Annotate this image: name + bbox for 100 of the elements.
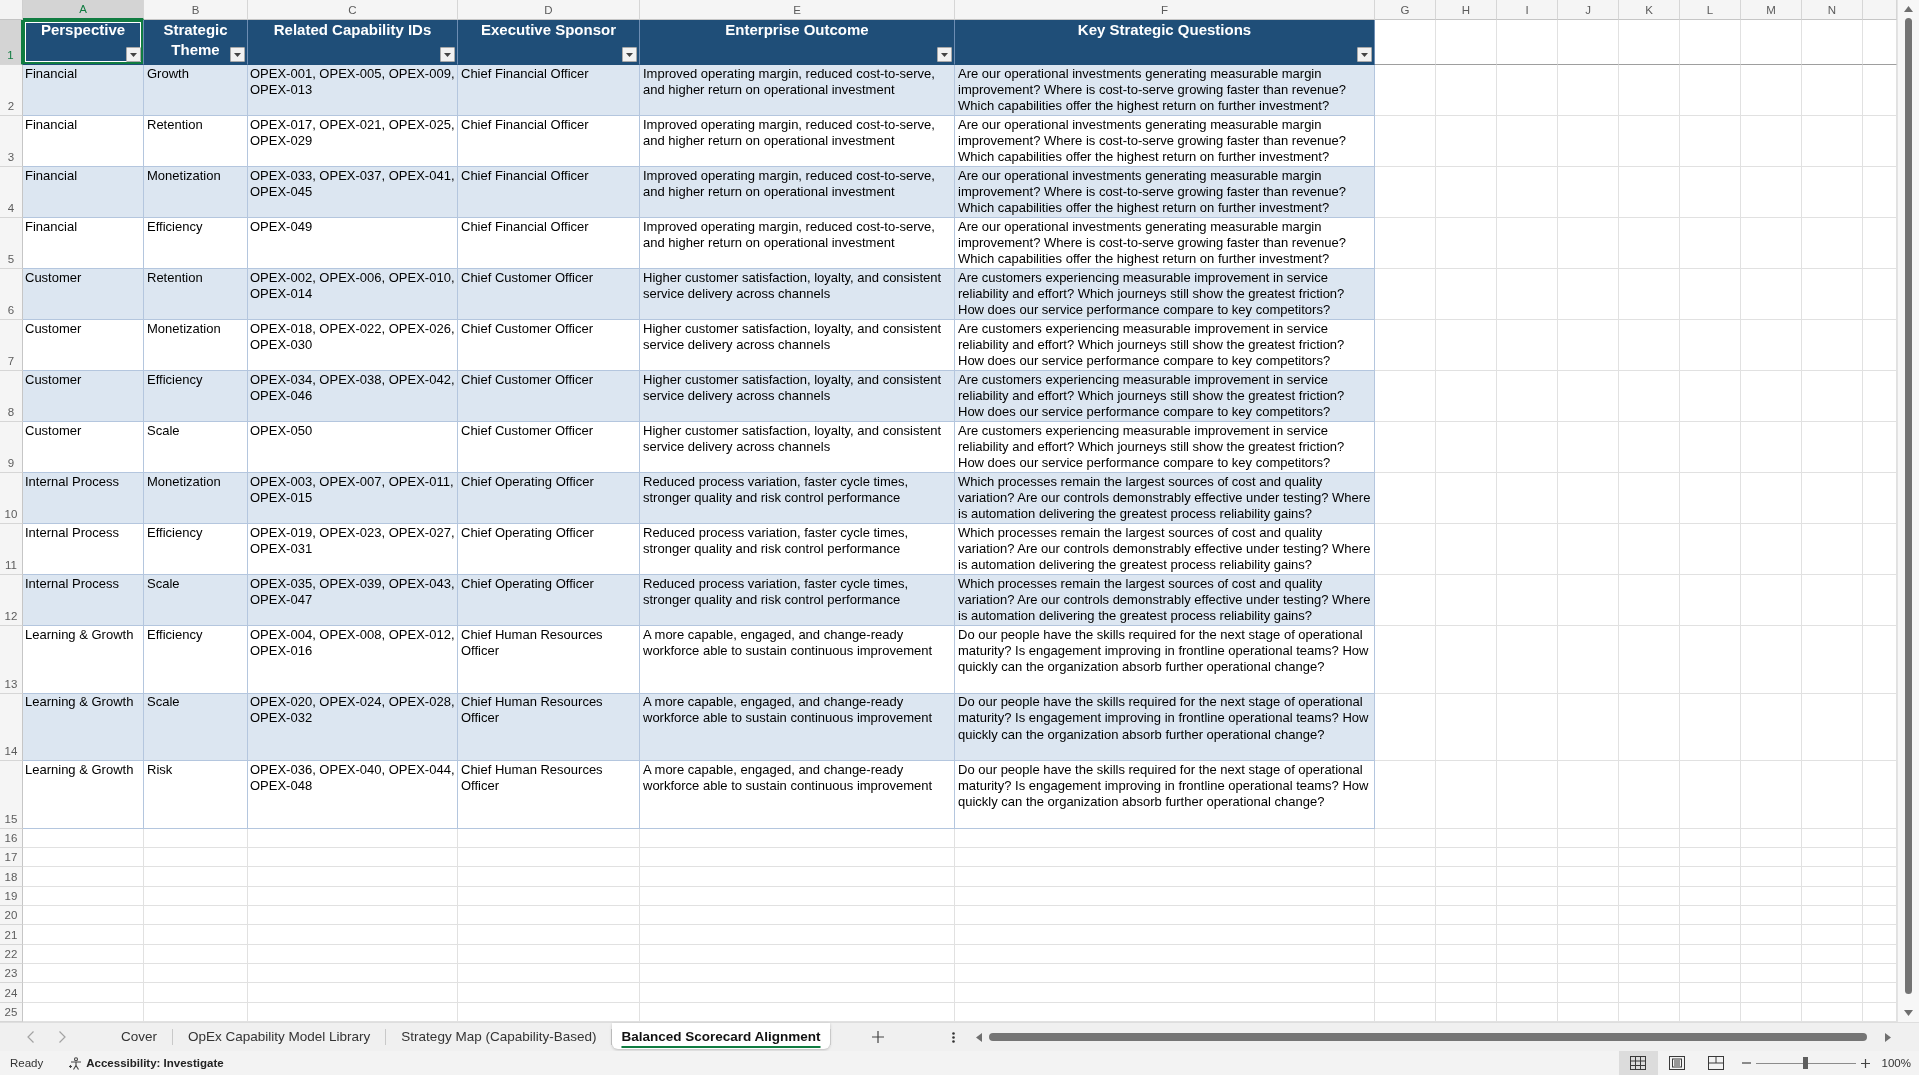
table-cell: A more capable, engaged, and change-ready workforce able to sustain continuous improvement [640,626,955,694]
column-header: C [248,0,458,20]
caret-left-icon[interactable] [975,1032,982,1042]
table-cell: Learning & Growth [23,626,144,694]
plus-icon[interactable] [871,1031,884,1043]
table-cell: Financial [23,65,144,116]
table-cell: A more capable, engaged, and change-ready workforce able to sustain continuous improvement [640,693,955,761]
filter-button[interactable] [126,47,141,62]
table-cell: OPEX-020, OPEX-024, OPEX-028, OPEX-032 [248,693,458,761]
table-cell: Internal Process [23,524,144,575]
row-number: 6 [0,269,23,320]
grid-icon [1630,1056,1647,1070]
caret-down-icon [941,52,948,57]
page-icon [1669,1056,1686,1070]
table-cell: Scale [144,693,248,761]
column-header: G [1375,0,1436,20]
filter-button[interactable] [440,47,455,62]
table-cell: OPEX-019, OPEX-023, OPEX-027, OPEX-031 [248,524,458,575]
table-cell: Monetization [144,167,248,218]
table-cell: Do our people have the skills required for the next stage of operational maturity? Is engagement improving in frontline operational teams? How quickly can the organization absorb further operational change? [955,693,1375,761]
scrollbar-thumb[interactable] [988,1033,1867,1041]
table-cell: Chief Human Resources Officer [458,761,640,829]
table-cell: Chief Customer Officer [458,269,640,320]
caret-right-icon[interactable] [1885,1032,1891,1042]
table-cell: Internal Process [23,575,144,626]
table-cell: Risk [144,761,248,829]
sheet-tab[interactable]: OpEx Capability Model Library [173,1023,386,1049]
filter-button[interactable] [1357,47,1372,62]
table-cell: OPEX-049 [248,218,458,269]
table-cell: Which processes remain the largest sources of cost and quality variation? Are our controls demonstrably effective under testing? Where is automation delivering the greatest process reliability gains? [955,524,1375,575]
column-title: Perspective [40,20,126,40]
table-cell: Reduced process variation, faster cycle times, stronger quality and risk control performance [640,473,955,524]
row-number: 15 [0,761,23,829]
table-cell: Improved operating margin, reduced cost-to-serve, and higher return on operational investment [640,116,955,167]
table-cell: OPEX-034, OPEX-038, OPEX-042, OPEX-046 [248,371,458,422]
row-number: 13 [0,626,23,694]
table-cell: Scale [144,422,248,473]
row-number: 10 [0,473,23,524]
vertical-scrollbar[interactable] [1897,0,1919,1022]
table-cell: Chief Customer Officer [458,422,640,473]
caret-down-icon [234,52,241,57]
table-cell: Improved operating margin, reduced cost-to-serve, and higher return on operational investment [640,218,955,269]
caret-down-icon[interactable] [1904,1010,1913,1016]
minus-icon[interactable] [1741,1062,1751,1064]
column-title: Related Capability IDs [273,20,432,40]
table-cell: Internal Process [23,473,144,524]
sheet-tab[interactable]: Cover [106,1023,172,1049]
scrollbar-thumb[interactable] [1905,18,1912,994]
row-number: 5 [0,218,23,269]
table-cell: OPEX-033, OPEX-037, OPEX-041, OPEX-045 [248,167,458,218]
column-header: A [23,0,144,20]
row-number: 24 [0,983,23,1003]
table-cell: Efficiency [144,524,248,575]
table-cell: Chief Operating Officer [458,575,640,626]
accessibility-button[interactable]: Accessibility: Investigate [69,1056,224,1070]
table-cell: Improved operating margin, reduced cost-to-serve, and higher return on operational investment [640,167,955,218]
caret-down-icon [626,52,633,57]
caret-down-icon [1361,52,1368,57]
table-cell: Financial [23,218,144,269]
table-cell: Which processes remain the largest sources of cost and quality variation? Are our controls demonstrably effective under testing? Where is automation delivering the greatest process reliability gains? [955,473,1375,524]
table-cell: Scale [144,575,248,626]
table-cell: Chief Operating Officer [458,524,640,575]
table-cell: Monetization [144,473,248,524]
row-number: 9 [0,422,23,473]
sheet-tab[interactable]: Strategy Map (Capability-Based) [386,1023,612,1049]
zoom-percentage[interactable]: 100% [1881,1057,1911,1069]
more-options-icon[interactable] [951,1031,955,1043]
row-number: 21 [0,925,23,945]
table-cell: Learning & Growth [23,761,144,829]
table-cell: OPEX-036, OPEX-040, OPEX-044, OPEX-048 [248,761,458,829]
table-cell: Chief Financial Officer [458,65,640,116]
table-cell: Efficiency [144,218,248,269]
column-header: L [1680,0,1741,20]
table-cell: Learning & Growth [23,693,144,761]
table-cell: Are customers experiencing measurable improvement in service reliability and effort? Which journeys still show the greatest friction? How does our service performance compare to key competitors? [955,269,1375,320]
filter-button[interactable] [937,47,952,62]
table-cell: OPEX-003, OPEX-007, OPEX-011, OPEX-015 [248,473,458,524]
table-cell: Reduced process variation, faster cycle times, stronger quality and risk control performance [640,575,955,626]
caret-up-icon[interactable] [1904,6,1913,12]
table-cell: OPEX-002, OPEX-006, OPEX-010, OPEX-014 [248,269,458,320]
table-cell: Chief Financial Officer [458,218,640,269]
plus-icon[interactable] [1860,1058,1870,1068]
normal-view-button[interactable] [1618,1051,1658,1075]
filter-button[interactable] [622,47,637,62]
page-break-icon [1708,1056,1725,1070]
table-cell: Are customers experiencing measurable improvement in service reliability and effort? Which journeys still show the greatest friction? How does our service performance compare to key competitors? [955,320,1375,371]
filter-button[interactable] [230,47,245,62]
column-title: Executive Sponsor [480,20,616,40]
caret-down-icon [444,52,451,57]
sheet-tab[interactable]: Balanced Scorecard Alignment [612,1023,830,1049]
table-cell: OPEX-001, OPEX-005, OPEX-009, OPEX-013 [248,65,458,116]
slider-thumb[interactable] [1803,1057,1809,1069]
table-cell: Efficiency [144,626,248,694]
table-cell: Are our operational investments generating measurable margin improvement? Where is cost-to-serve growing faster than revenue? Which capabilities offer the highest return on further investment? [955,65,1375,116]
column-header: J [1558,0,1619,20]
row-number: 3 [0,116,23,167]
row-number: 14 [0,693,23,761]
table-cell: Customer [23,320,144,371]
row-number: 7 [0,320,23,371]
table-cell: Chief Human Resources Officer [458,693,640,761]
